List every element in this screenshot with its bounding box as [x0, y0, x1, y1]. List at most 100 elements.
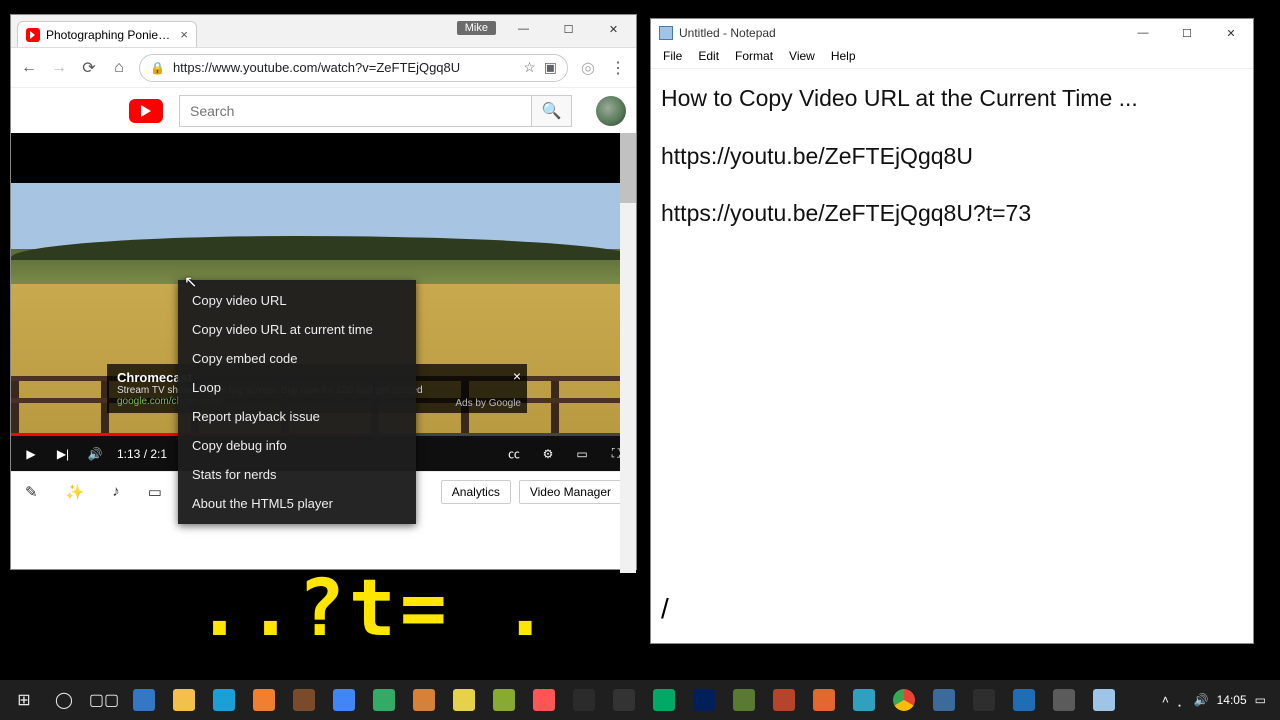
np-maximize-button[interactable]: ☐	[1165, 19, 1209, 47]
tb-app[interactable]	[404, 680, 444, 720]
menu-file[interactable]: File	[657, 47, 688, 68]
np-line3: https://youtu.be/ZeFTEjQgq8U?t=73	[661, 196, 1243, 232]
audio-icon[interactable]: ♪	[112, 483, 120, 500]
tb-app[interactable]	[524, 680, 564, 720]
notepad-text-area[interactable]: How to Copy Video URL at the Current Tim…	[651, 69, 1253, 266]
next-icon[interactable]: ▶|	[53, 444, 73, 464]
page-scrollbar[interactable]	[620, 133, 636, 573]
chrome-window-controls: — ☐ ✕	[501, 15, 636, 43]
extension-icon[interactable]: ◎	[578, 58, 598, 78]
menu-help[interactable]: Help	[825, 47, 862, 68]
tb-app[interactable]	[244, 680, 284, 720]
tb-app[interactable]	[204, 680, 244, 720]
ctx-loop[interactable]: Loop	[178, 373, 416, 402]
captions-icon[interactable]: ㏄	[504, 444, 524, 464]
notepad-titlebar[interactable]: Untitled - Notepad — ☐ ✕	[651, 19, 1253, 47]
forward-button[interactable]: →	[49, 58, 69, 78]
video-scenery	[11, 236, 636, 260]
tb-app[interactable]	[364, 680, 404, 720]
youtube-logo-icon[interactable]	[129, 99, 163, 123]
home-button[interactable]: ⌂	[109, 58, 129, 78]
tb-app[interactable]	[724, 680, 764, 720]
url-text: https://www.youtube.com/watch?v=ZeFTEjQg…	[173, 60, 515, 75]
video-manager-button[interactable]: Video Manager	[519, 480, 622, 504]
notepad-window: Untitled - Notepad — ☐ ✕ File Edit Forma…	[650, 18, 1254, 644]
tb-app[interactable]	[644, 680, 684, 720]
analytics-button[interactable]: Analytics	[441, 480, 511, 504]
wifi-icon[interactable]: ⡀	[1177, 693, 1186, 707]
ctx-copy-embed[interactable]: Copy embed code	[178, 344, 416, 373]
tb-notepad-icon[interactable]	[1084, 680, 1124, 720]
tb-app[interactable]	[1004, 680, 1044, 720]
search-input[interactable]	[180, 96, 531, 126]
youtube-favicon-icon	[26, 28, 40, 42]
ctx-stats[interactable]: Stats for nerds	[178, 460, 416, 489]
tb-app[interactable]	[324, 680, 364, 720]
search-button[interactable]: 🔍	[531, 96, 571, 126]
np-line1: How to Copy Video URL at the Current Tim…	[661, 81, 1243, 117]
youtube-search-box: 🔍	[179, 95, 572, 127]
chrome-tab-strip: Photographing Ponies fr × Mike — ☐ ✕	[11, 15, 636, 47]
clock[interactable]: 14:05	[1217, 693, 1247, 707]
tab-close-icon[interactable]: ×	[180, 27, 188, 42]
system-tray: ˄ ⡀ 🔊 14:05 ▭	[1162, 693, 1276, 707]
maximize-button[interactable]: ☐	[546, 15, 591, 43]
np-minimize-button[interactable]: —	[1121, 19, 1165, 47]
close-button[interactable]: ✕	[591, 15, 636, 43]
settings-icon[interactable]: ⚙	[538, 444, 558, 464]
menu-edit[interactable]: Edit	[692, 47, 725, 68]
theater-icon[interactable]: ▭	[572, 444, 592, 464]
time-display: 1:13 / 2:1	[117, 447, 167, 461]
sound-icon[interactable]: 🔊	[1194, 693, 1209, 707]
ctx-report[interactable]: Report playback issue	[178, 402, 416, 431]
ctx-about[interactable]: About the HTML5 player	[178, 489, 416, 518]
edit-icon[interactable]: ✎	[25, 483, 38, 501]
tb-app[interactable]	[444, 680, 484, 720]
reload-button[interactable]: ⟳	[79, 58, 99, 78]
menu-format[interactable]: Format	[729, 47, 779, 68]
tb-app[interactable]	[964, 680, 1004, 720]
tb-app[interactable]	[484, 680, 524, 720]
minimize-button[interactable]: —	[501, 15, 546, 43]
tb-app[interactable]	[124, 680, 164, 720]
start-button[interactable]: ⊞	[4, 680, 44, 720]
tb-app[interactable]	[284, 680, 324, 720]
star-icon[interactable]: ☆	[523, 59, 536, 76]
tb-explorer-icon[interactable]	[164, 680, 204, 720]
back-button[interactable]: ←	[19, 58, 39, 78]
tb-app[interactable]	[1044, 680, 1084, 720]
np-slash: /	[661, 593, 669, 625]
browser-tab[interactable]: Photographing Ponies fr ×	[17, 21, 197, 47]
enhance-icon[interactable]: ✨	[66, 483, 85, 501]
tb-app[interactable]	[764, 680, 804, 720]
play-icon[interactable]: ▶	[21, 444, 41, 464]
cast-icon[interactable]: ▣	[544, 59, 557, 76]
tb-app[interactable]	[844, 680, 884, 720]
volume-icon[interactable]: 🔊	[85, 444, 105, 464]
windows-taskbar: ⊞ ◯ ▢▢ ˄ ⡀ 🔊 14:05 ▭	[0, 680, 1280, 720]
notepad-menu: File Edit Format View Help	[651, 47, 1253, 69]
tb-app[interactable]	[604, 680, 644, 720]
taskview-icon[interactable]: ▢▢	[84, 680, 124, 720]
tb-app[interactable]	[564, 680, 604, 720]
user-avatar[interactable]	[596, 96, 626, 126]
cortana-icon[interactable]: ◯	[44, 680, 84, 720]
ad-close-icon[interactable]: ×	[513, 368, 521, 384]
ctx-copy-url-time[interactable]: Copy video URL at current time	[178, 315, 416, 344]
address-bar[interactable]: 🔒 https://www.youtube.com/watch?v=ZeFTEj…	[139, 54, 568, 82]
ctx-debug[interactable]: Copy debug info	[178, 431, 416, 460]
notifications-icon[interactable]: ▭	[1255, 693, 1266, 707]
cards-icon[interactable]: ▭	[148, 483, 162, 501]
profile-chip[interactable]: Mike	[457, 21, 496, 35]
chrome-menu-button[interactable]: ⋮	[608, 58, 628, 78]
ctx-copy-url[interactable]: Copy video URL	[178, 286, 416, 315]
chrome-toolbar: ← → ⟳ ⌂ 🔒 https://www.youtube.com/watch?…	[11, 47, 636, 87]
video-context-menu: Copy video URL Copy video URL at current…	[178, 280, 416, 524]
np-close-button[interactable]: ✕	[1209, 19, 1253, 47]
tb-app[interactable]	[804, 680, 844, 720]
tb-app[interactable]	[684, 680, 724, 720]
tb-app[interactable]	[924, 680, 964, 720]
menu-view[interactable]: View	[783, 47, 821, 68]
tb-chrome-icon[interactable]	[884, 680, 924, 720]
tray-up-icon[interactable]: ˄	[1162, 693, 1169, 707]
